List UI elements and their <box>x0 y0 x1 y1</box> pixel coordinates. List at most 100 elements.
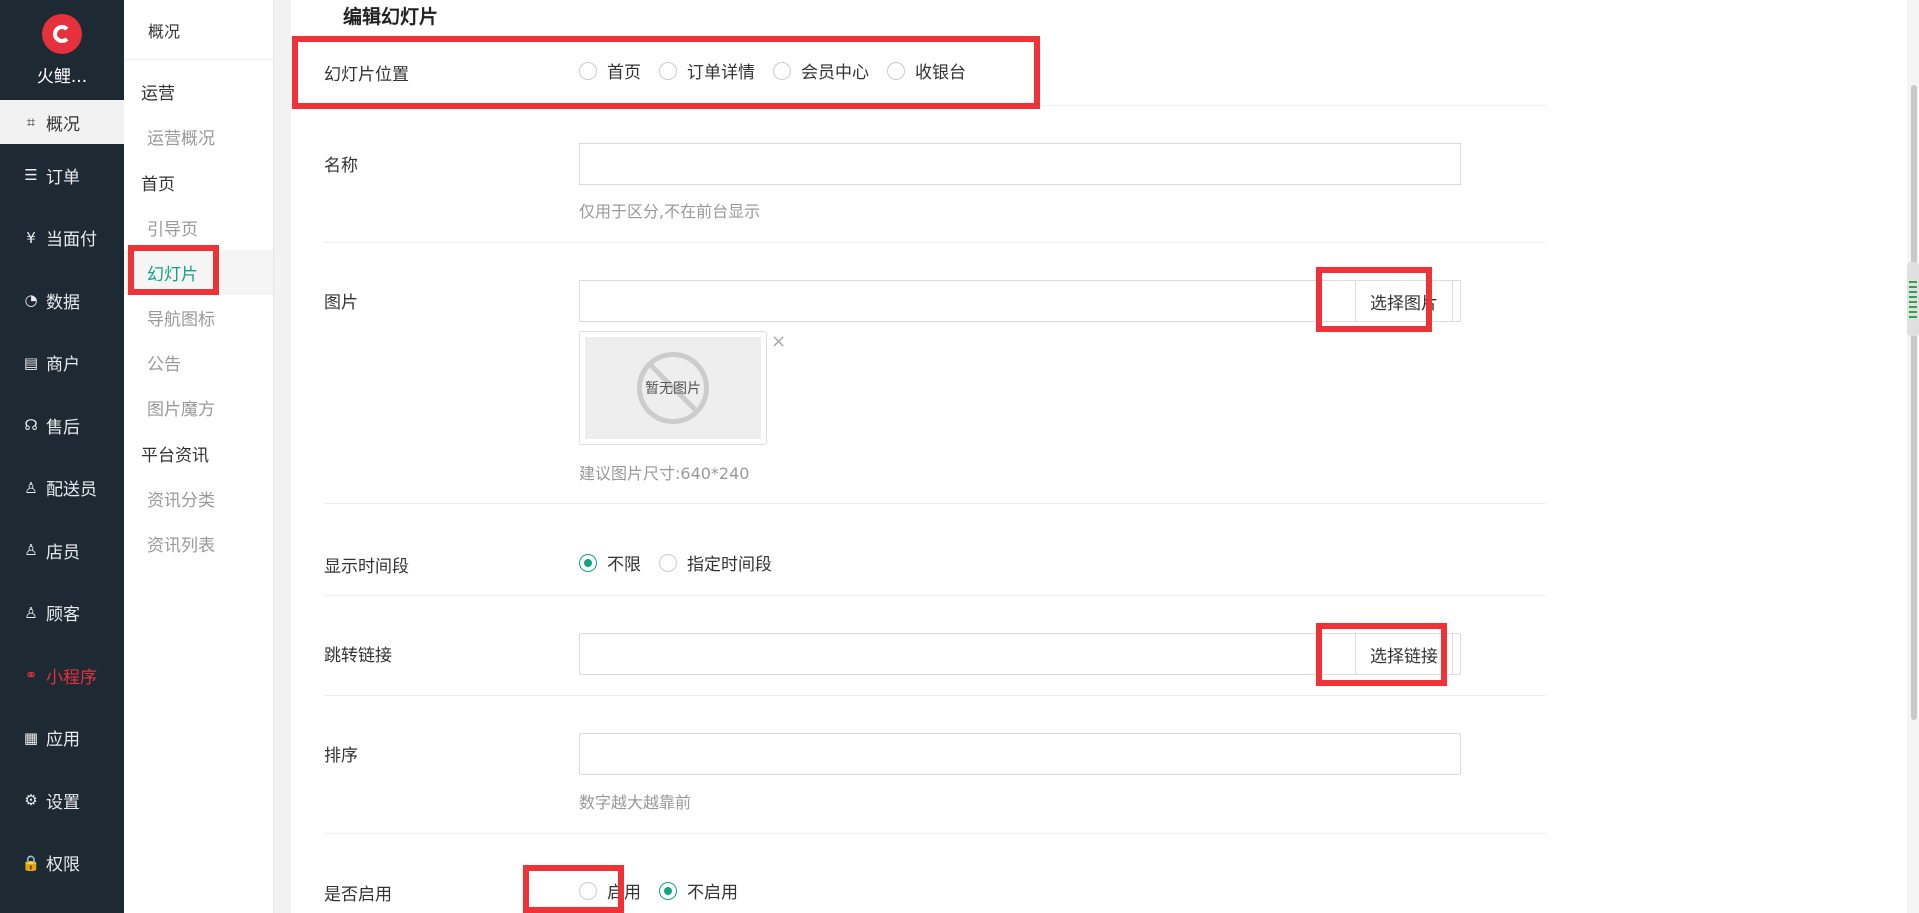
form-row-position: 幻灯片位置 首页 订单详情 会员中心 收银台 <box>324 38 1546 106</box>
nav-item-label: 商户 <box>46 355 80 376</box>
radio-circle[interactable] <box>579 61 597 80</box>
image-path-input[interactable] <box>579 280 1461 322</box>
subnav-top[interactable]: 概况 <box>124 0 273 60</box>
link-input[interactable] <box>579 633 1461 675</box>
nav-item-label: 设置 <box>46 792 80 813</box>
brand-name: 火鲤... <box>36 66 88 87</box>
select-image-button[interactable]: 选择图片 <box>1355 280 1453 322</box>
radio-circle[interactable] <box>773 61 791 80</box>
name-label: 名称 <box>324 156 358 176</box>
nav-item-overview[interactable]: ⌗ 概况 <box>0 100 124 144</box>
brand: 火鲤... <box>0 0 124 100</box>
subnav-group-news: 平台资讯 <box>141 445 209 466</box>
subnav-item-guide-page[interactable]: 引导页 <box>124 205 273 250</box>
nav-item-customer[interactable]: ♙ 顾客 <box>0 582 124 645</box>
main-content: 编辑幻灯片 幻灯片位置 首页 订单详情 会员中心 收银台 名称 仅用于区分,不在… <box>291 0 1919 913</box>
nav-item-label: 概况 <box>46 114 80 135</box>
nav-item-label: 应用 <box>46 730 80 751</box>
radio-circle-checked[interactable] <box>659 881 677 900</box>
miniapp-icon: ⚭ <box>24 666 38 685</box>
remove-image-icon[interactable]: × <box>771 331 786 352</box>
form-row-enabled: 是否启用 启用 不启用 <box>324 834 1546 913</box>
scrollbar[interactable] <box>1907 0 1919 913</box>
scrollbar-thumb[interactable] <box>1911 85 1917 720</box>
nav-item-label: 配送员 <box>46 480 97 501</box>
nav-item-pay[interactable]: ¥ 当面付 <box>0 207 124 270</box>
nav-item-label: 当面付 <box>46 230 97 251</box>
main-sidebar: 火鲤... ⌗ 概况 ☰ 订单 ¥ 当面付 ◔ 数据 ▤ 商户 ☊ 售后 ♙ 配送员 ♙ 店员 ♙ 顾客 ⚭ 小程序 ▦… <box>0 0 124 913</box>
display-time-option-range[interactable]: 指定时间段 <box>659 550 772 575</box>
lock-icon: 🔒 <box>21 853 41 872</box>
customer-icon: ♙ <box>24 603 38 622</box>
position-label: 幻灯片位置 <box>324 65 409 85</box>
scrollbar-grip[interactable] <box>1907 262 1919 336</box>
position-option-order-detail[interactable]: 订单详情 <box>659 58 755 83</box>
order-icon: ☰ <box>24 166 38 185</box>
radio-circle-checked[interactable] <box>579 553 597 572</box>
form-row-image: 图片 选择图片 暂无图片 × 建议图片尺寸:640*240 <box>324 243 1546 504</box>
display-time-option-unlimited[interactable]: 不限 <box>579 550 641 575</box>
image-label: 图片 <box>324 293 358 313</box>
subnav-item-operations-overview[interactable]: 运营概况 <box>124 114 273 159</box>
radio-circle[interactable] <box>887 61 905 80</box>
image-size-hint: 建议图片尺寸:640*240 <box>579 464 750 483</box>
radio-circle[interactable] <box>659 553 677 572</box>
sort-input[interactable] <box>579 733 1461 775</box>
nav-item-label: 小程序 <box>46 667 97 688</box>
subnav-item-slides[interactable]: 幻灯片 <box>124 250 273 295</box>
image-preview: 暂无图片 <box>579 331 767 445</box>
nav-item-miniapp[interactable]: ⚭ 小程序 <box>0 644 124 707</box>
courier-icon: ♙ <box>24 478 38 497</box>
subnav-item-image-cube[interactable]: 图片魔方 <box>124 385 273 430</box>
pay-icon: ¥ <box>26 228 36 247</box>
subnav-group-home: 首页 <box>141 174 175 195</box>
clerk-icon: ♙ <box>24 541 38 560</box>
link-label: 跳转链接 <box>324 646 392 666</box>
subnav-item-nav-icons[interactable]: 导航图标 <box>124 295 273 340</box>
select-link-button[interactable]: 选择链接 <box>1355 633 1453 675</box>
nav-item-clerk[interactable]: ♙ 店员 <box>0 519 124 582</box>
subnav-item-news-list[interactable]: 资讯列表 <box>124 521 273 566</box>
chart-icon: ◔ <box>24 291 38 310</box>
subnav-item-announcement[interactable]: 公告 <box>124 340 273 385</box>
secondary-sidebar: 概况 运营 运营概况 首页 引导页 幻灯片 导航图标 公告 图片魔方 平台资讯 … <box>124 0 274 913</box>
nav-item-label: 数据 <box>46 292 80 313</box>
nav-item-courier[interactable]: ♙ 配送员 <box>0 457 124 520</box>
enabled-label: 是否启用 <box>324 885 392 905</box>
nav-item-label: 订单 <box>46 167 80 188</box>
app-root: 火鲤... ⌗ 概况 ☰ 订单 ¥ 当面付 ◔ 数据 ▤ 商户 ☊ 售后 ♙ 配送员 ♙ 店员 ♙ 顾客 ⚭ 小程序 ▦… <box>0 0 1919 913</box>
nav-item-apps[interactable]: ▦ 应用 <box>0 707 124 770</box>
nav-item-lock[interactable]: 🔒 权限 <box>0 832 124 895</box>
gear-icon: ⚙ <box>24 791 38 810</box>
no-image-icon: 暂无图片 <box>637 352 709 424</box>
nav-item-chart[interactable]: ◔ 数据 <box>0 269 124 332</box>
radio-circle[interactable] <box>579 881 597 900</box>
position-radio-group: 首页 订单详情 会员中心 收银台 <box>579 58 984 83</box>
subnav-item-news-category[interactable]: 资讯分类 <box>124 476 273 521</box>
position-option-cashier[interactable]: 收银台 <box>887 58 966 83</box>
nav-item-store[interactable]: ▤ 商户 <box>0 332 124 395</box>
nav-item-label: 权限 <box>46 855 80 876</box>
brand-logo <box>42 13 82 54</box>
enabled-option-on[interactable]: 启用 <box>579 878 641 903</box>
nav-item-gear[interactable]: ⚙ 设置 <box>0 769 124 832</box>
service-icon: ☊ <box>24 416 38 435</box>
sort-hint: 数字越大越靠前 <box>579 793 692 812</box>
position-option-home[interactable]: 首页 <box>579 58 641 83</box>
sort-label: 排序 <box>324 746 358 766</box>
position-option-member-center[interactable]: 会员中心 <box>773 58 869 83</box>
store-icon: ▤ <box>23 353 39 372</box>
display-time-radio-group: 不限 指定时间段 <box>579 550 790 575</box>
name-input[interactable] <box>579 143 1461 185</box>
nav-item-label: 店员 <box>46 542 80 563</box>
nav-item-service[interactable]: ☊ 售后 <box>0 394 124 457</box>
form-row-display-time: 显示时间段 不限 指定时间段 <box>324 504 1546 596</box>
form-row-link: 跳转链接 选择链接 <box>324 596 1546 696</box>
enabled-option-off[interactable]: 不启用 <box>659 878 738 903</box>
nav-item-label: 售后 <box>46 417 80 438</box>
nav-item-order[interactable]: ☰ 订单 <box>0 144 124 207</box>
form-row-sort: 排序 数字越大越靠前 <box>324 696 1546 834</box>
radio-circle[interactable] <box>659 61 677 80</box>
nav-item-label: 顾客 <box>46 605 80 626</box>
apps-icon: ▦ <box>23 728 39 747</box>
